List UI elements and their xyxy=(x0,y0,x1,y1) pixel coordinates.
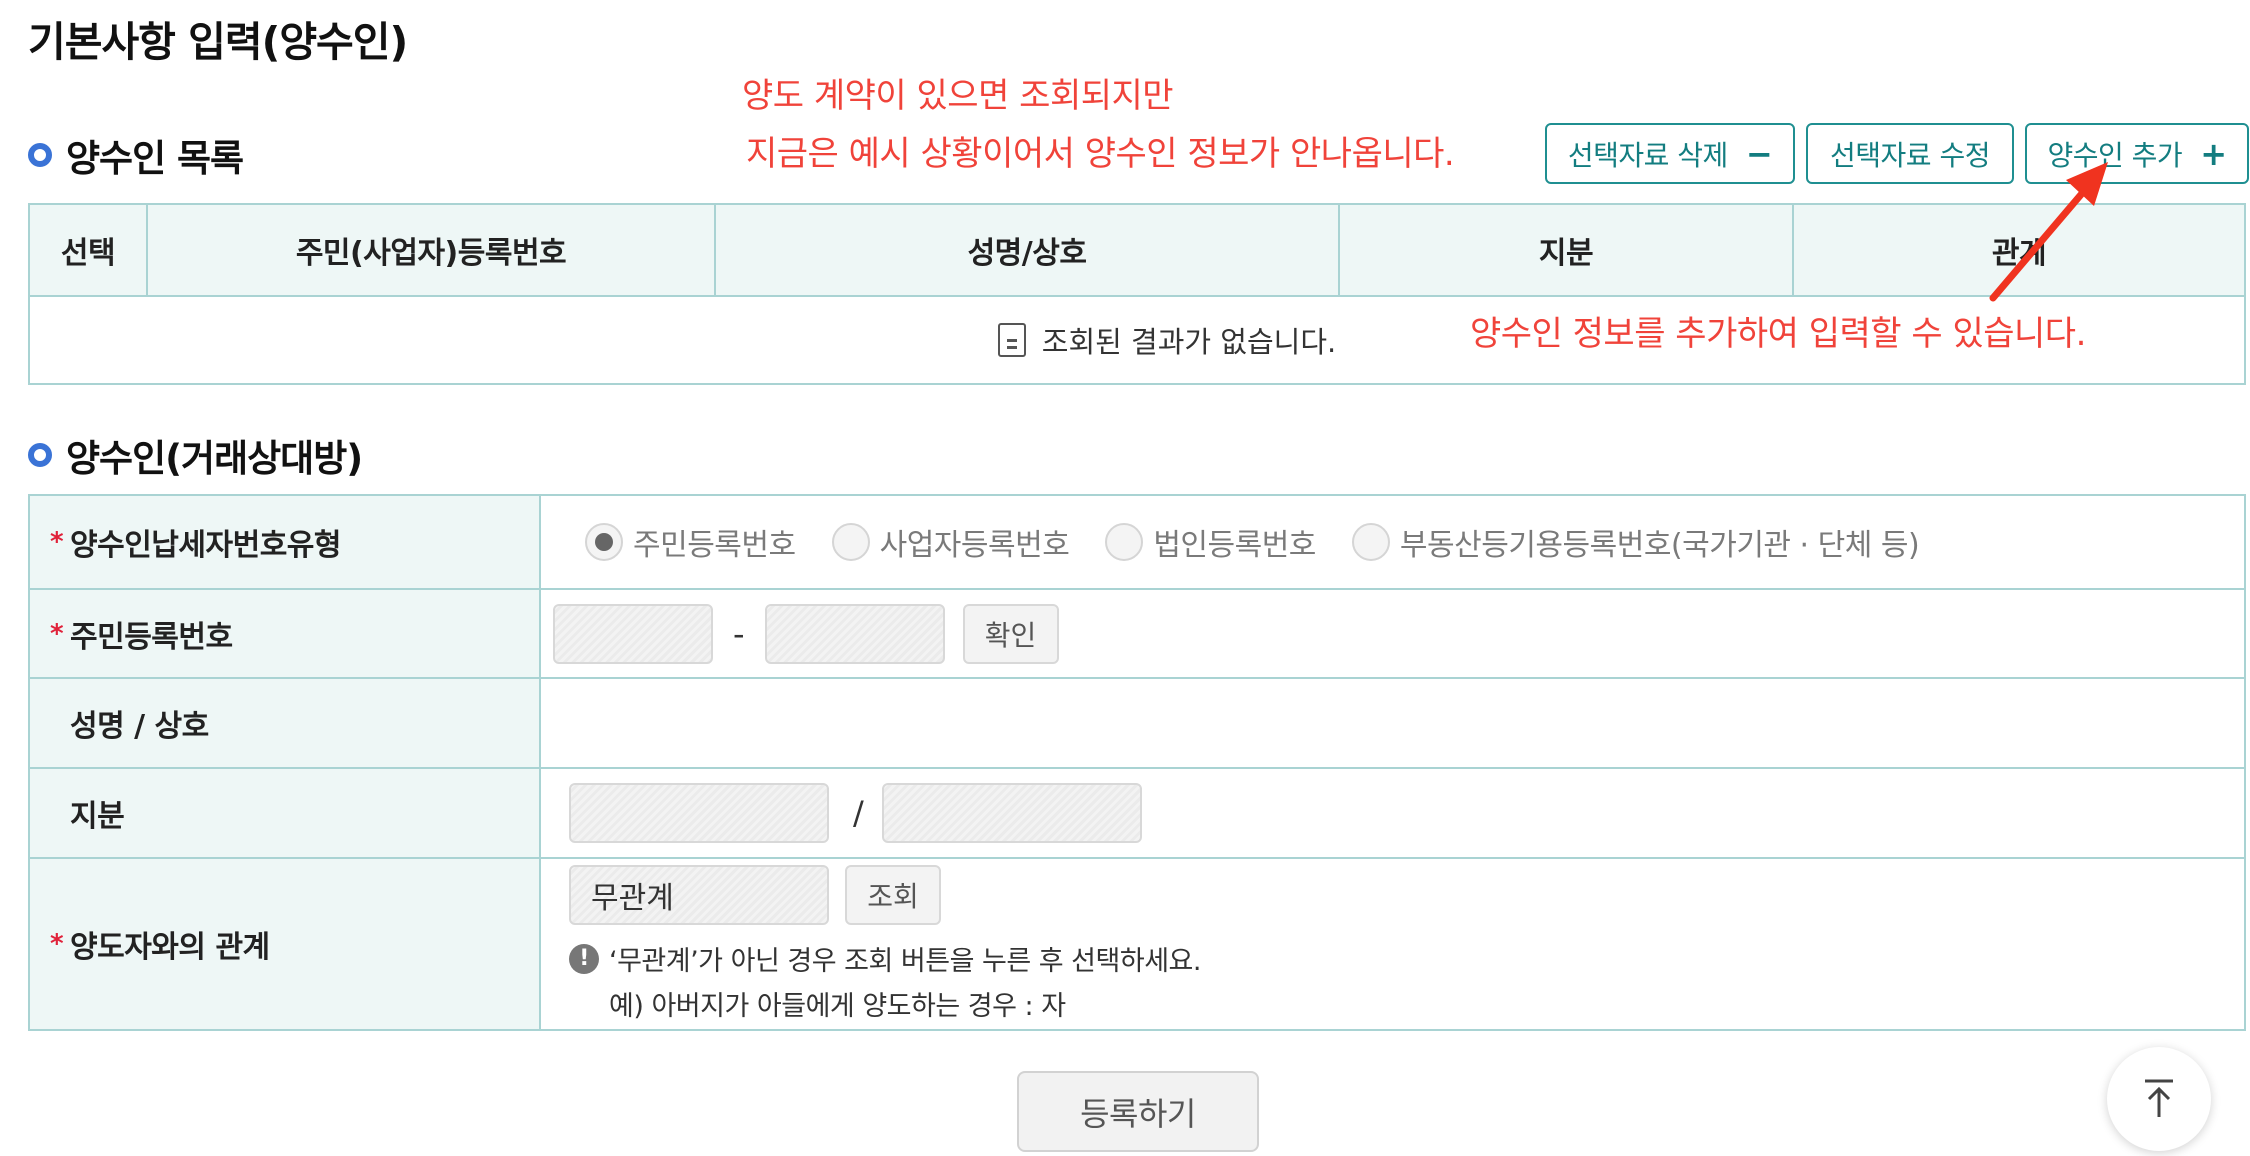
transferee-list-table: 선택 주민(사업자)등록번호 성명/상호 지분 관계 조회된 결과가 없습니다. xyxy=(28,203,2246,385)
name-label: 성명 / 상호 xyxy=(30,679,541,767)
name-label-text: 성명 / 상호 xyxy=(70,709,209,744)
table-header-row: 선택 주민(사업자)등록번호 성명/상호 지분 관계 xyxy=(30,205,2244,297)
taxpayer-type-options: 주민등록번호 사업자등록번호 법인등록번호 부동산등기용등록번호(국가기관 · … xyxy=(541,496,2244,588)
page-title: 기본사항 입력(양수인) xyxy=(28,18,408,66)
radio-unselected-icon[interactable] xyxy=(1351,523,1390,561)
add-transferee-button[interactable]: 양수인 추가 + xyxy=(2025,123,2249,184)
name-value xyxy=(541,679,2244,767)
radio-business-number-label: 사업자등록번호 xyxy=(879,528,1070,563)
radio-resident-number[interactable]: 주민등록번호 xyxy=(585,520,796,564)
required-mark: * xyxy=(50,618,64,649)
form-section-title: 양수인(거래상대방) xyxy=(28,428,363,482)
radio-real-estate-number[interactable]: 부동산등기용등록번호(국가기관 · 단체 등) xyxy=(1351,520,1920,564)
share-numerator-input[interactable] xyxy=(569,783,829,843)
minus-icon: − xyxy=(1745,134,1773,173)
column-header-select: 선택 xyxy=(30,205,148,295)
annotation-note-line1: 양도 계약이 있으면 조회되지만 xyxy=(742,76,1174,116)
modify-selected-label: 선택자료 수정 xyxy=(1830,138,1990,172)
modify-selected-button[interactable]: 선택자료 수정 xyxy=(1806,123,2014,184)
scroll-to-top-button[interactable] xyxy=(2107,1047,2211,1151)
bullet-icon xyxy=(28,443,52,467)
arrow-up-icon xyxy=(2145,1079,2173,1117)
required-mark: * xyxy=(50,929,64,959)
radio-unselected-icon[interactable] xyxy=(1105,523,1144,561)
radio-real-estate-number-label: 부동산등기용등록번호(국가기관 · 단체 등) xyxy=(1399,528,1920,563)
annotation-note-line2: 지금은 예시 상황이어서 양수인 정보가 안나옵니다. xyxy=(746,134,1455,174)
resident-number-label-text: 주민등록번호 xyxy=(70,619,233,655)
empty-result-text: 조회된 결과가 없습니다. xyxy=(1041,325,1337,359)
form-row-share: 지분 / xyxy=(30,769,2244,859)
share-label-text: 지분 xyxy=(70,799,125,834)
share-fields: / xyxy=(541,769,2244,857)
radio-selected-icon[interactable] xyxy=(585,523,623,561)
add-transferee-label: 양수인 추가 xyxy=(2047,138,2183,172)
form-section-title-text: 양수인(거래상대방) xyxy=(66,437,363,480)
resident-number-front-input[interactable] xyxy=(553,603,713,664)
bullet-icon xyxy=(28,143,52,167)
column-header-registration-number: 주민(사업자)등록번호 xyxy=(148,205,716,295)
form-row-name: 성명 / 상호 xyxy=(30,679,2244,769)
column-header-name: 성명/상호 xyxy=(716,205,1340,295)
radio-corporate-number[interactable]: 법인등록번호 xyxy=(1105,520,1316,564)
share-label: 지분 xyxy=(30,769,541,857)
relation-label: * 양도자와의 관계 xyxy=(30,859,541,1029)
taxpayer-type-label: * 양수인납세자번호유형 xyxy=(30,496,541,588)
relation-info-line2: 예) 아버지가 아들에게 양도하는 경우 : 자 xyxy=(609,991,1066,1022)
exclamation-icon: ! xyxy=(569,943,599,974)
annotation-note-add: 양수인 정보를 추가하여 입력할 수 있습니다. xyxy=(1470,314,2086,354)
resident-number-back-input[interactable] xyxy=(764,603,945,664)
share-separator: / xyxy=(853,794,864,832)
register-button[interactable]: 등록하기 xyxy=(1017,1071,1259,1152)
relation-info-line1: ‘무관계’가 아닌 경우 조회 버튼을 누른 후 선택하세요. xyxy=(609,946,1201,977)
relation-label-text: 양도자와의 관계 xyxy=(70,930,270,965)
radio-resident-number-label: 주민등록번호 xyxy=(633,528,796,563)
relation-fields: 무관계 조회 ! ‘무관계’가 아닌 경우 조회 버튼을 누른 후 선택하세요.… xyxy=(541,859,2244,1029)
document-icon xyxy=(997,323,1026,357)
column-header-relation: 관계 xyxy=(1991,236,2047,271)
required-mark: * xyxy=(50,527,64,557)
radio-business-number[interactable]: 사업자등록번호 xyxy=(831,520,1070,564)
relation-input[interactable]: 무관계 xyxy=(569,865,829,925)
resident-number-separator: - xyxy=(733,614,745,653)
list-section-title: 양수인 목록 xyxy=(28,128,244,182)
delete-selected-label: 선택자료 삭제 xyxy=(1567,138,1728,172)
relation-info: ! ‘무관계’가 아닌 경우 조회 버튼을 누른 후 선택하세요. 예) 아버지… xyxy=(569,939,1201,1023)
plus-icon: + xyxy=(2200,134,2227,173)
transferee-form: * 양수인납세자번호유형 주민등록번호 사업자등록번호 법인등록번호 부동산등기… xyxy=(28,494,2246,1031)
radio-corporate-number-label: 법인등록번호 xyxy=(1153,528,1316,563)
lookup-button[interactable]: 조회 xyxy=(845,865,941,925)
form-row-taxpayer-type: * 양수인납세자번호유형 주민등록번호 사업자등록번호 법인등록번호 부동산등기… xyxy=(30,496,2244,590)
delete-selected-button[interactable]: 선택자료 삭제 − xyxy=(1545,123,1795,184)
list-section-title-text: 양수인 목록 xyxy=(66,137,244,180)
radio-unselected-icon[interactable] xyxy=(831,523,870,561)
resident-number-fields: - 확인 xyxy=(541,590,2244,677)
form-row-resident-number: * 주민등록번호 - 확인 xyxy=(30,590,2244,679)
form-row-relation: * 양도자와의 관계 무관계 조회 ! ‘무관계’가 아닌 경우 조회 버튼을 … xyxy=(30,859,2244,1029)
taxpayer-type-label-text: 양수인납세자번호유형 xyxy=(70,528,342,563)
resident-number-label: * 주민등록번호 xyxy=(30,590,541,677)
confirm-button[interactable]: 확인 xyxy=(962,603,1059,664)
column-header-share: 지분 xyxy=(1340,205,1794,295)
share-denominator-input[interactable] xyxy=(881,783,1142,843)
